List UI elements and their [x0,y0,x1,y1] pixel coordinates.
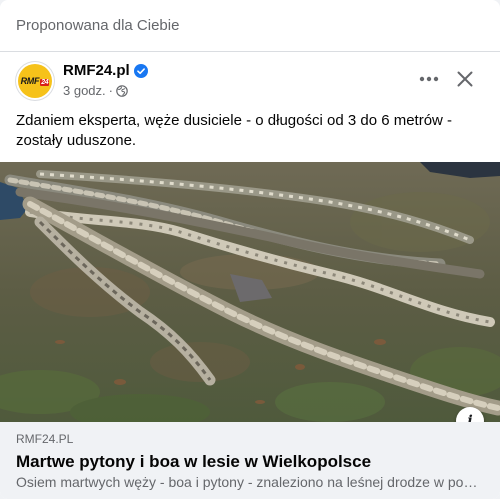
more-icon [419,76,439,82]
suggested-header: Proponowana dla Ciebie [0,0,500,52]
hide-post-button[interactable] [450,64,480,94]
feed-post-card: Proponowana dla Ciebie RMF 24 RMF24.pl 3 … [0,0,500,499]
globe-icon [116,84,128,97]
page-avatar[interactable]: RMF 24 [15,61,55,101]
post-options-button[interactable] [414,64,444,94]
rmf24-logo: RMF 24 [18,64,52,98]
link-preview-box[interactable]: RMF24.PL Martwe pytony i boa w lesie w W… [0,422,500,499]
post-message: Zdaniem eksperta, węże dusiciele - o dłu… [16,112,453,149]
dead-snakes-photo [0,162,500,422]
close-icon [457,71,473,87]
rmf-logo-text: RMF 24 [20,76,50,86]
page-name-link[interactable]: RMF24.pl [63,62,130,79]
post-meta: 3 godz. · [63,83,128,98]
link-preview-image[interactable] [0,162,500,422]
link-title[interactable]: Martwe pytony i boa w lesie w Wielkopols… [16,452,371,472]
verified-badge-icon [134,64,148,78]
meta-separator: · [108,83,113,98]
rmf-logo-badge: 24 [40,79,50,86]
suggested-label: Proponowana dla Ciebie [16,17,180,34]
link-description: Osiem martwych węży - boa i pytony - zna… [16,474,484,490]
link-domain: RMF24.PL [16,432,74,446]
post-time-link[interactable]: 3 godz. [63,83,106,98]
